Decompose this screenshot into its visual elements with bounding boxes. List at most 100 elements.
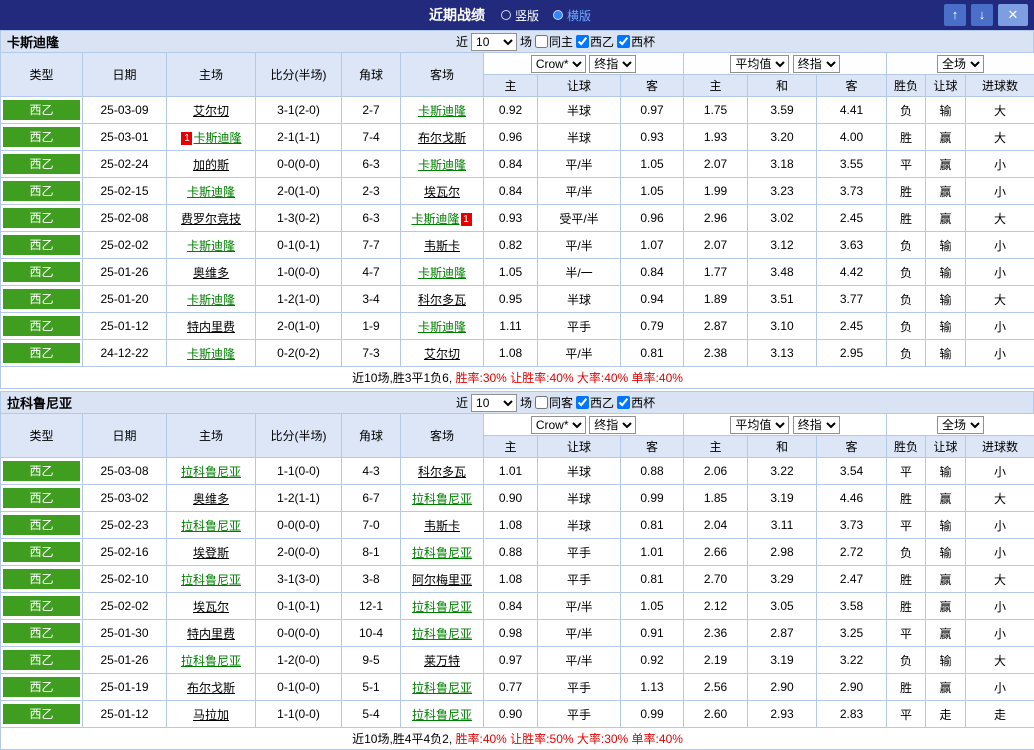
team-link[interactable]: 卡斯迪隆 — [418, 158, 466, 172]
same-venue-filter[interactable]: 同客 — [535, 394, 573, 411]
team-name-heading: 卡斯迪隆 — [7, 32, 59, 51]
col-header-handicap-result: 让球 — [926, 75, 966, 97]
cup-checkbox[interactable] — [617, 35, 630, 48]
team-link[interactable]: 卡斯迪隆 — [187, 239, 235, 253]
games-count-select[interactable]: 10 — [471, 394, 517, 412]
asia-odds-away-cell: 1.01 — [621, 539, 684, 566]
league-cell: 西乙 — [1, 674, 83, 701]
same-venue-filter[interactable]: 同主 — [535, 33, 573, 50]
layout-vertical-radio[interactable]: 竖版 — [501, 7, 539, 24]
euro-odds-away-cell: 3.77 — [817, 286, 887, 313]
team-link[interactable]: 拉科鲁尼亚 — [412, 492, 472, 506]
games-label: 场 — [520, 394, 532, 411]
league-checkbox[interactable] — [576, 396, 589, 409]
col-header-date: 日期 — [83, 53, 167, 97]
date-cell: 25-02-15 — [83, 178, 167, 205]
team-link[interactable]: 拉科鲁尼亚 — [412, 681, 472, 695]
team-link[interactable]: 特内里费 — [187, 320, 235, 334]
team-link[interactable]: 卡斯迪隆 — [411, 212, 459, 226]
games-count-select[interactable]: 10 — [471, 33, 517, 51]
league-badge: 西乙 — [3, 623, 80, 643]
team-link[interactable]: 特内里费 — [187, 627, 235, 641]
team-link[interactable]: 拉科鲁尼亚 — [412, 627, 472, 641]
cup-filter[interactable]: 西杯 — [617, 33, 655, 50]
league-label: 西乙 — [590, 33, 614, 50]
league-filter[interactable]: 西乙 — [576, 394, 614, 411]
goals-result-cell: 小 — [966, 539, 1034, 566]
league-filter[interactable]: 西乙 — [576, 33, 614, 50]
team-link[interactable]: 科尔多瓦 — [418, 465, 466, 479]
move-up-button[interactable]: ↑ — [944, 4, 966, 26]
team-link[interactable]: 拉科鲁尼亚 — [412, 546, 472, 560]
home-team-cell: 埃登斯 — [167, 539, 256, 566]
avg-select[interactable]: 平均值 — [730, 55, 789, 73]
team-link[interactable]: 费罗尔竞技 — [181, 212, 241, 226]
team-link[interactable]: 卡斯迪隆 — [193, 131, 241, 145]
team-link[interactable]: 奥维多 — [193, 492, 229, 506]
euro-odds-away-cell: 3.22 — [817, 647, 887, 674]
team-link[interactable]: 莱万特 — [424, 654, 460, 668]
team-link[interactable]: 卡斯迪隆 — [187, 185, 235, 199]
col-header-goals: 进球数 — [966, 436, 1034, 458]
col-header-asia-home: 主 — [484, 75, 538, 97]
same-venue-checkbox[interactable] — [535, 396, 548, 409]
team-link[interactable]: 韦斯卡 — [424, 239, 460, 253]
date-cell: 25-01-12 — [83, 701, 167, 728]
team-link[interactable]: 卡斯迪隆 — [187, 293, 235, 307]
team-link[interactable]: 加的斯 — [193, 158, 229, 172]
close-button[interactable]: ✕ — [998, 4, 1028, 26]
team-link[interactable]: 卡斯迪隆 — [418, 104, 466, 118]
euro-odds-draw-cell: 3.22 — [748, 458, 817, 485]
team-link[interactable]: 拉科鲁尼亚 — [181, 654, 241, 668]
team-link[interactable]: 卡斯迪隆 — [418, 320, 466, 334]
euro-odds-draw-cell: 2.87 — [748, 620, 817, 647]
team-link[interactable]: 奥维多 — [193, 266, 229, 280]
summary-rates: 胜率:30% 让胜率:40% 大率:40% 单率:40% — [456, 371, 683, 385]
asia-odds-away-cell: 0.79 — [621, 313, 684, 340]
team-link[interactable]: 埃瓦尔 — [424, 185, 460, 199]
league-badge: 西乙 — [3, 650, 80, 670]
team-link[interactable]: 韦斯卡 — [424, 519, 460, 533]
odds-stage-select[interactable]: 终指 — [589, 416, 636, 434]
asia-odds-home-cell: 0.95 — [484, 286, 538, 313]
team-link[interactable]: 布尔戈斯 — [187, 681, 235, 695]
odds-stage-select[interactable]: 终指 — [589, 55, 636, 73]
euro-odds-home-cell: 2.60 — [684, 701, 748, 728]
league-cell: 西乙 — [1, 593, 83, 620]
cup-filter[interactable]: 西杯 — [617, 394, 655, 411]
date-cell: 25-01-20 — [83, 286, 167, 313]
cup-checkbox[interactable] — [617, 396, 630, 409]
team-link[interactable]: 艾尔切 — [193, 104, 229, 118]
team-link[interactable]: 拉科鲁尼亚 — [412, 600, 472, 614]
score-cell: 3-1(2-0) — [256, 97, 342, 124]
team-link[interactable]: 艾尔切 — [424, 347, 460, 361]
odds-company-select[interactable]: Crow* — [531, 55, 586, 73]
handicap-result-cell: 赢 — [926, 124, 966, 151]
team-link[interactable]: 卡斯迪隆 — [418, 266, 466, 280]
avg-stage-select[interactable]: 终指 — [793, 416, 840, 434]
team-link[interactable]: 布尔戈斯 — [418, 131, 466, 145]
team-link[interactable]: 埃登斯 — [193, 546, 229, 560]
team-link[interactable]: 科尔多瓦 — [418, 293, 466, 307]
team-link[interactable]: 埃瓦尔 — [193, 600, 229, 614]
scope-select[interactable]: 全场 — [937, 55, 984, 73]
euro-odds-draw-cell: 3.20 — [748, 124, 817, 151]
team-link[interactable]: 拉科鲁尼亚 — [181, 573, 241, 587]
goals-result-cell: 小 — [966, 259, 1034, 286]
team-link[interactable]: 马拉加 — [193, 708, 229, 722]
team-link[interactable]: 阿尔梅里亚 — [412, 573, 472, 587]
league-checkbox[interactable] — [576, 35, 589, 48]
same-venue-checkbox[interactable] — [535, 35, 548, 48]
col-header-type: 类型 — [1, 53, 83, 97]
team-link[interactable]: 拉科鲁尼亚 — [181, 519, 241, 533]
team-link[interactable]: 卡斯迪隆 — [187, 347, 235, 361]
avg-select[interactable]: 平均值 — [730, 416, 789, 434]
team-link[interactable]: 拉科鲁尼亚 — [412, 708, 472, 722]
avg-stage-select[interactable]: 终指 — [793, 55, 840, 73]
move-down-button[interactable]: ↓ — [971, 4, 993, 26]
team-link[interactable]: 拉科鲁尼亚 — [181, 465, 241, 479]
scope-select[interactable]: 全场 — [937, 416, 984, 434]
corner-cell: 5-1 — [342, 674, 401, 701]
odds-company-select[interactable]: Crow* — [531, 416, 586, 434]
layout-horizontal-radio[interactable]: 横版 — [553, 7, 591, 24]
